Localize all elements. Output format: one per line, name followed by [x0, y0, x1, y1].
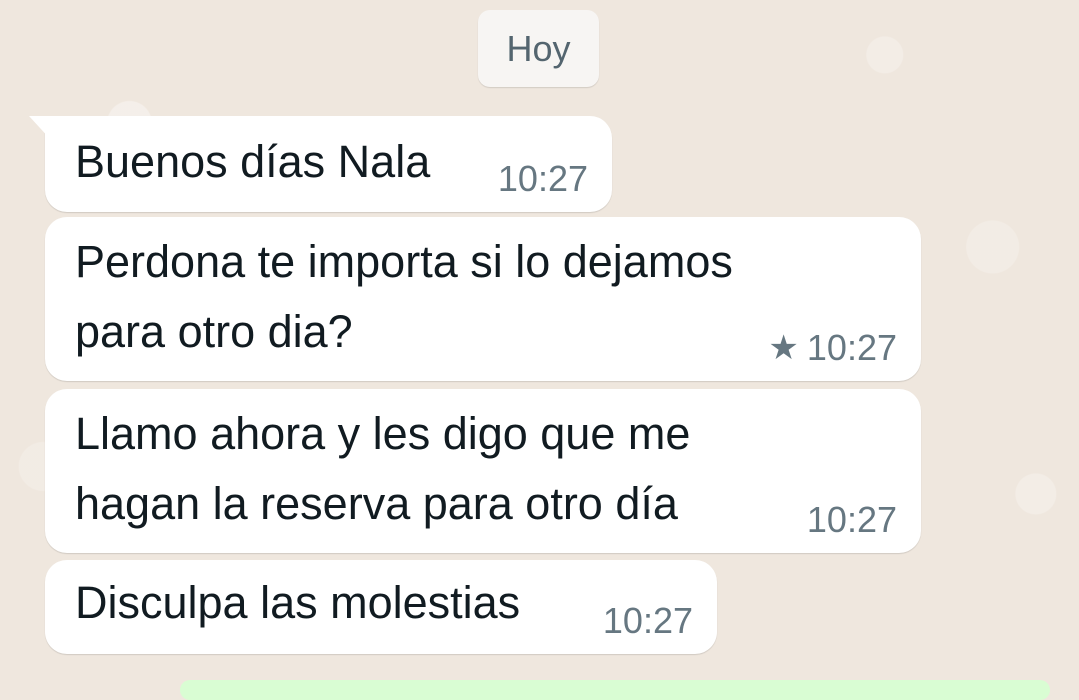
outgoing-message-bubble-partial[interactable] — [180, 680, 1050, 700]
message-text: Llamo ahora y les digo que me hagan la r… — [75, 408, 691, 529]
message-meta: 10:27 — [498, 158, 588, 200]
message-bubble[interactable]: Buenos días Nala 10:27 — [29, 116, 612, 212]
bubble-tail — [29, 116, 51, 140]
message-meta: 10:27 — [807, 499, 897, 541]
message-text: Perdona te importa si lo dejamos para ot… — [75, 236, 733, 357]
message-bubble[interactable]: Disculpa las molestias 10:27 — [45, 560, 717, 654]
message-text: Disculpa las molestias — [75, 577, 521, 628]
message-text: Buenos días Nala — [75, 136, 431, 187]
date-separator: Hoy — [478, 10, 599, 87]
message-bubble[interactable]: Llamo ahora y les digo que me hagan la r… — [45, 389, 921, 553]
message-bubble[interactable]: Perdona te importa si lo dejamos para ot… — [45, 217, 921, 381]
message-time: 10:27 — [806, 499, 897, 540]
star-icon: ★ — [768, 329, 799, 367]
message-time: 10:27 — [497, 158, 588, 199]
message-time: 10:27 — [602, 600, 693, 641]
message-meta: 10:27 — [603, 600, 693, 642]
date-label: Hoy — [506, 27, 571, 69]
message-time: 10:27 — [806, 327, 897, 368]
message-meta: ★ 10:27 — [768, 327, 897, 369]
